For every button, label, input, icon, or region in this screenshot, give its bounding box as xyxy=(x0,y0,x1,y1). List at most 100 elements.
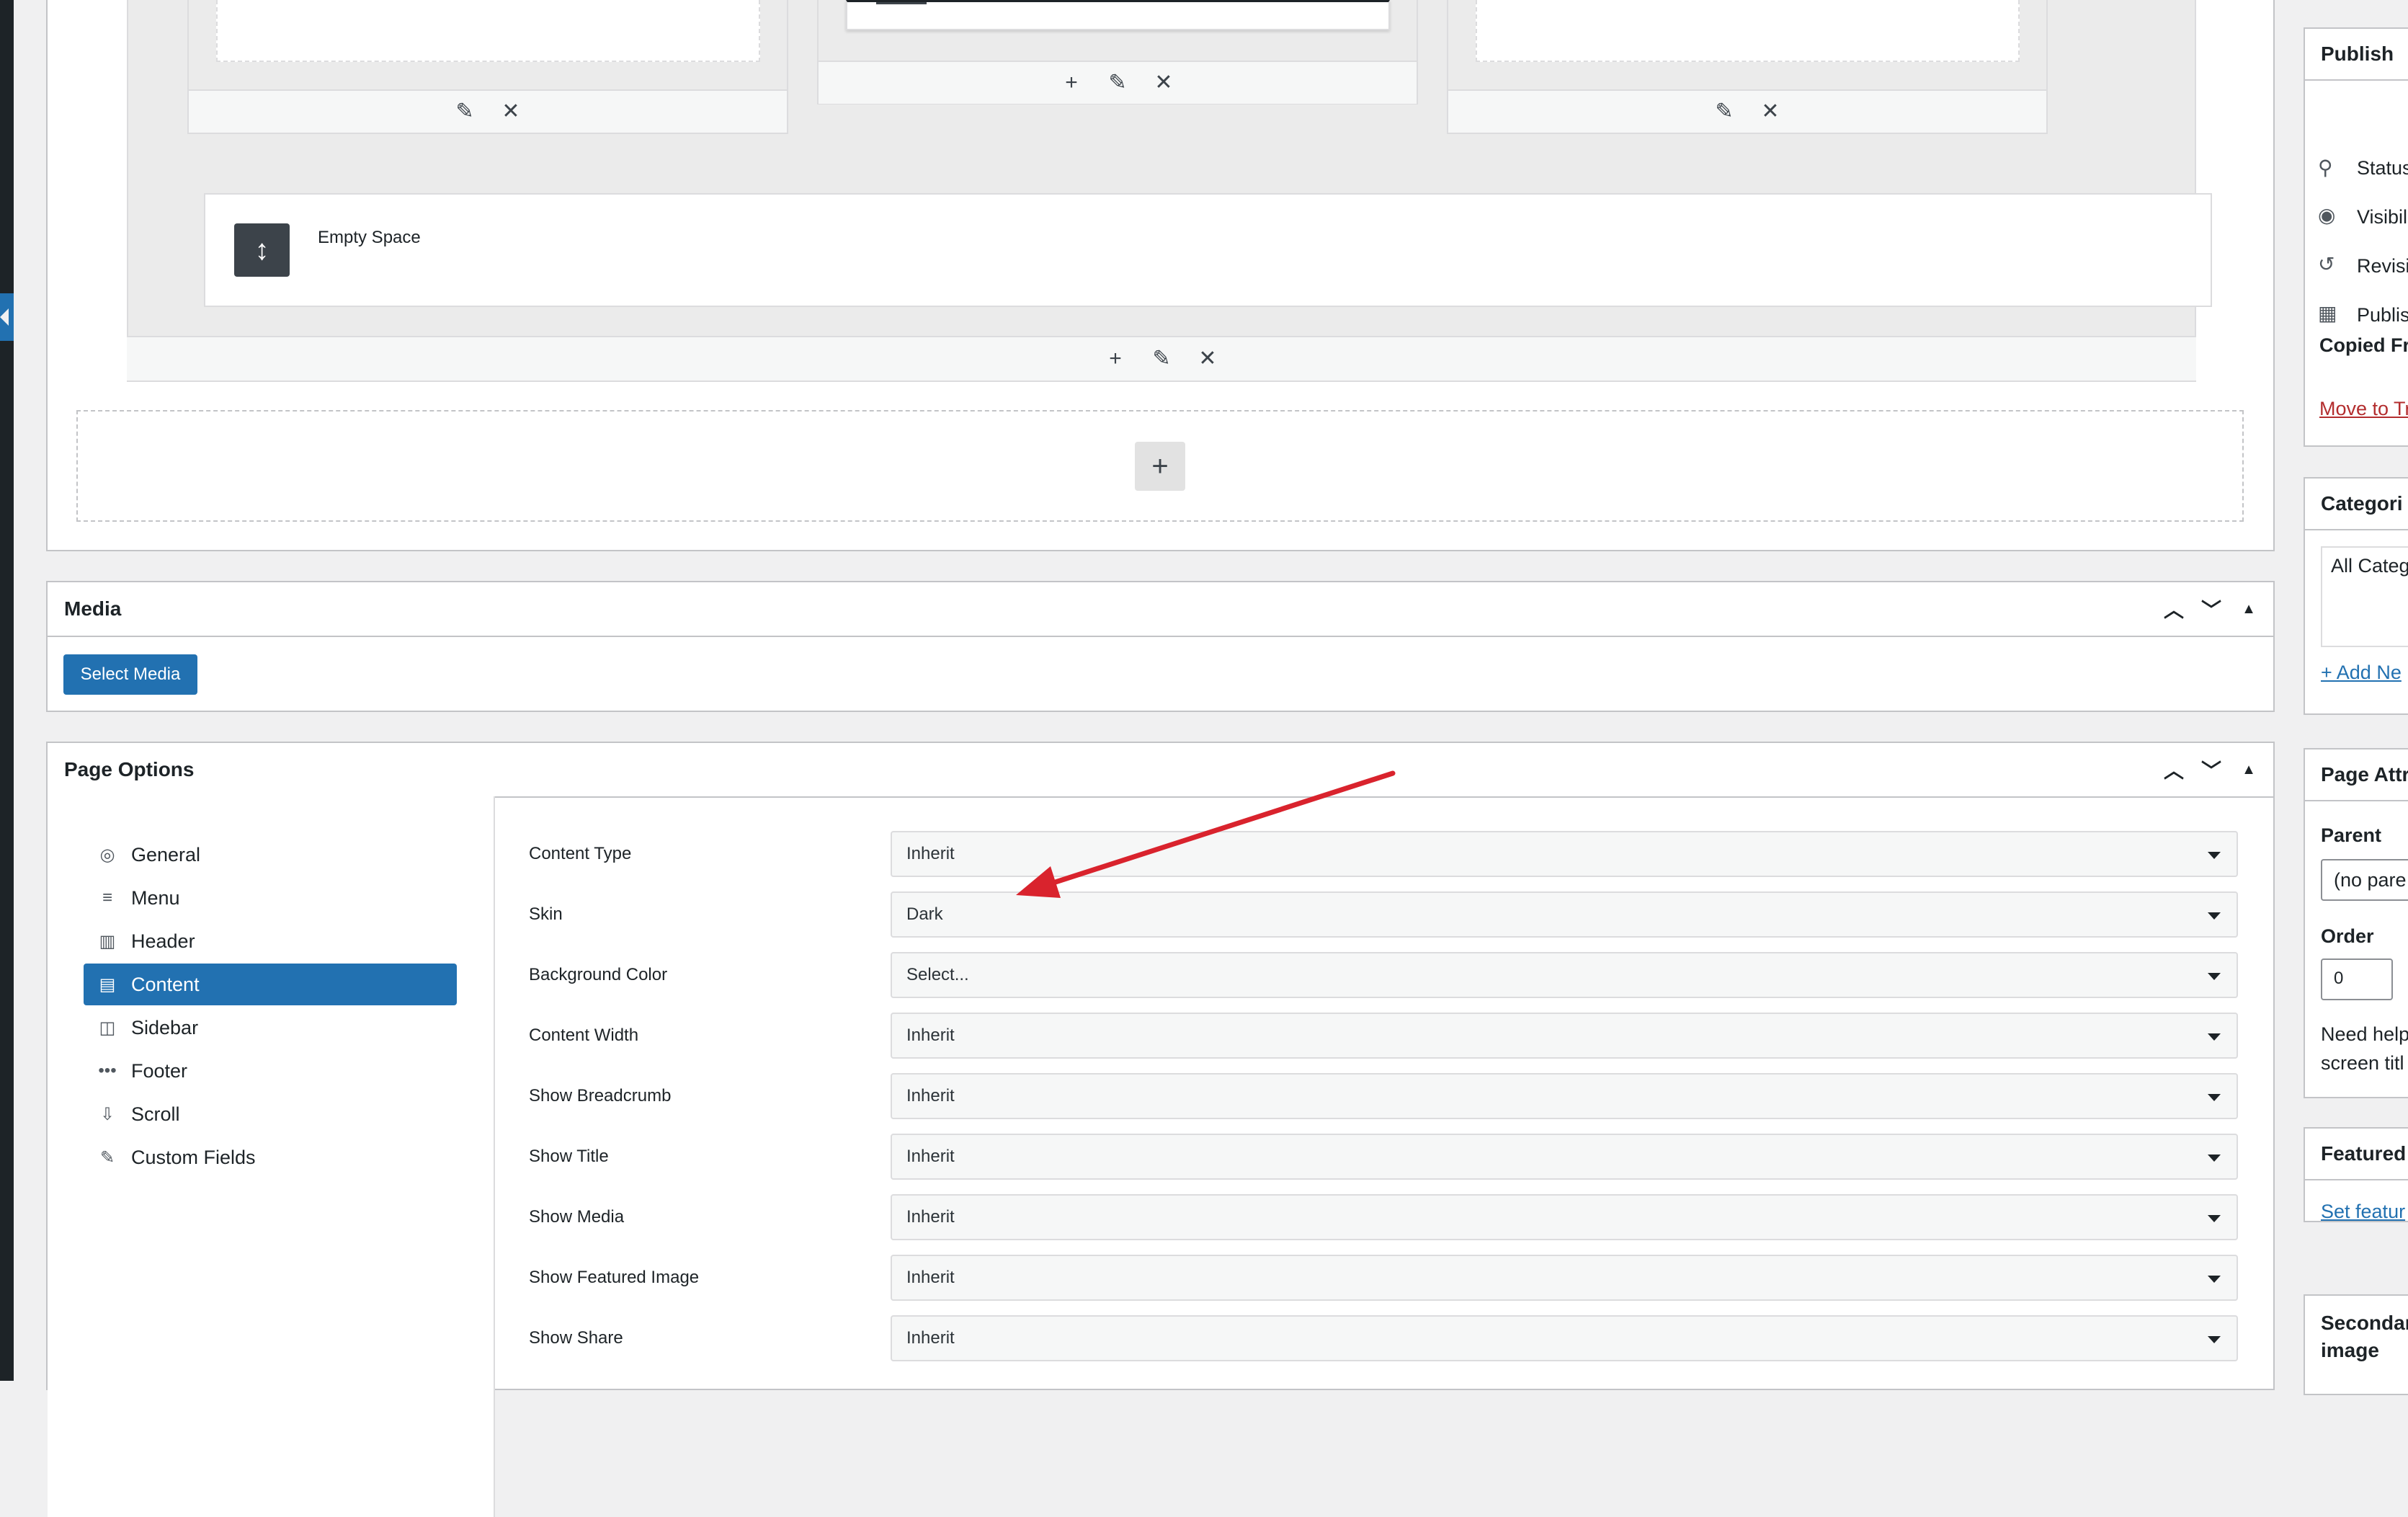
edit-icon[interactable]: ✎ xyxy=(454,101,476,123)
add-row-area: + xyxy=(76,410,2244,522)
field-label: Show Title xyxy=(529,1147,609,1166)
close-icon[interactable]: ✕ xyxy=(1760,101,1781,123)
edit-icon[interactable]: ✎ xyxy=(1107,72,1128,94)
all-categories-tab[interactable]: All Categ xyxy=(2331,555,2408,577)
nav-item-menu[interactable]: ≡ Menu xyxy=(84,877,457,919)
select-value: Inherit xyxy=(906,1026,955,1045)
close-icon[interactable]: ✕ xyxy=(1197,348,1218,370)
admin-menu-current-indicator xyxy=(0,293,14,341)
empty-space-element[interactable]: ↕ Empty Space xyxy=(204,193,2212,307)
categories-tab-panel: All Categ xyxy=(2321,546,2408,647)
column-2-content xyxy=(846,0,1390,30)
nav-item-header[interactable]: ▥ Header xyxy=(84,920,457,962)
field-label: Show Media xyxy=(529,1207,625,1227)
show-media-select[interactable]: Inherit xyxy=(891,1194,2238,1240)
order-input[interactable]: 0 xyxy=(2321,958,2393,1000)
eye-icon: ◉ xyxy=(2318,204,2336,226)
menu-icon: ≡ xyxy=(102,888,112,907)
select-value: Inherit xyxy=(906,1147,955,1166)
show-featured-image-select[interactable]: Inherit xyxy=(891,1255,2238,1301)
content-width-select[interactable]: Inherit xyxy=(891,1013,2238,1059)
close-icon[interactable]: ✕ xyxy=(500,101,522,123)
field-label: Content Type xyxy=(529,844,632,863)
column-1-content xyxy=(216,0,760,62)
caret-down-icon xyxy=(2208,1276,2221,1283)
page-builder-canvas: ✎ ✕ + ✎ ✕ ✎ ✕ ↕ Empty Space + ✎ ✕ + xyxy=(46,0,2275,551)
media-metabox-title: Media xyxy=(64,597,122,620)
published-label: Publis xyxy=(2357,304,2408,326)
secondary-image-title-line-1: Secondar xyxy=(2321,1312,2408,1334)
chevron-up-icon[interactable]: ︿ xyxy=(2162,755,2185,784)
column-2-element-bar xyxy=(876,2,927,4)
parent-label: Parent xyxy=(2321,824,2382,846)
builder-column-3: ✎ ✕ xyxy=(1447,0,2048,134)
builder-row: ✎ ✕ + ✎ ✕ ✎ ✕ xyxy=(127,0,2196,382)
row-toolbar: + ✎ ✕ xyxy=(127,336,2196,381)
nav-item-general[interactable]: ◎ General xyxy=(84,834,457,876)
caret-down-icon xyxy=(2208,1336,2221,1343)
edit-icon[interactable]: ✎ xyxy=(1713,101,1735,123)
nav-item-label: Header xyxy=(131,930,195,952)
vertical-resize-icon: ↕ xyxy=(234,223,290,277)
field-label: Show Featured Image xyxy=(529,1268,700,1287)
move-to-trash-link[interactable]: Move to Tr xyxy=(2319,398,2408,420)
close-icon[interactable]: ✕ xyxy=(1153,72,1174,94)
show-share-select[interactable]: Inherit xyxy=(891,1315,2238,1361)
add-icon[interactable]: + xyxy=(1105,348,1126,370)
set-featured-image-link[interactable]: Set featur xyxy=(2321,1201,2405,1221)
column-3-toolbar: ✎ ✕ xyxy=(1448,89,2046,133)
order-label: Order xyxy=(2321,925,2374,947)
edit-icon[interactable]: ✎ xyxy=(1151,348,1172,370)
caret-down-icon xyxy=(2208,852,2221,859)
add-new-category-link[interactable]: + Add Ne xyxy=(2321,662,2402,684)
add-row-button[interactable]: + xyxy=(1135,442,1185,491)
select-value: Inherit xyxy=(906,1207,955,1227)
nav-item-footer[interactable]: ••• Footer xyxy=(84,1050,457,1092)
publish-title: Publish xyxy=(2305,29,2408,81)
nav-item-label: Sidebar xyxy=(131,1016,199,1038)
builder-column-1: ✎ ✕ xyxy=(187,0,788,134)
visibility-label: Visibil xyxy=(2357,206,2408,228)
add-icon[interactable]: + xyxy=(1061,72,1082,94)
chevron-down-icon[interactable]: ﹀ xyxy=(2200,755,2223,784)
caret-down-icon xyxy=(2208,973,2221,980)
select-value: Inherit xyxy=(906,1268,955,1287)
nav-item-scroll[interactable]: ⇩ Scroll xyxy=(84,1093,457,1135)
pin-icon: ⚲ xyxy=(2318,156,2333,179)
select-value: Inherit xyxy=(906,844,955,863)
collapse-toggle-icon[interactable]: ▲ xyxy=(2237,601,2260,618)
calendar-icon: ▦ xyxy=(2318,302,2337,324)
select-value: Inherit xyxy=(906,1086,955,1106)
field-label: Background Color xyxy=(529,965,668,984)
nav-item-sidebar[interactable]: ◫ Sidebar xyxy=(84,1007,457,1049)
footer-icon: ••• xyxy=(98,1061,117,1080)
nav-item-custom-fields[interactable]: ✎ Custom Fields xyxy=(84,1136,457,1178)
field-label: Show Breadcrumb xyxy=(529,1086,672,1106)
pencil-icon: ✎ xyxy=(99,1147,115,1167)
nav-item-label: Footer xyxy=(131,1059,188,1082)
show-title-select[interactable]: Inherit xyxy=(891,1134,2238,1180)
secondary-image-metabox: Secondar image xyxy=(2304,1294,2408,1395)
collapse-toggle-icon[interactable]: ▲ xyxy=(2237,762,2260,778)
parent-select[interactable]: (no pare xyxy=(2321,859,2408,901)
page-options-nav: ◎ General ≡ Menu ▥ Header ▤ Content ◫ Sidebar… xyxy=(48,796,495,1517)
nav-item-label: Content xyxy=(131,973,200,995)
scroll-icon: ⇩ xyxy=(99,1104,115,1124)
media-metabox-header[interactable]: Media ︿ ﹀ ▲ xyxy=(48,582,2273,637)
select-media-button[interactable]: Select Media xyxy=(63,654,197,695)
column-3-content xyxy=(1476,0,2020,62)
field-label: Show Share xyxy=(529,1328,623,1348)
copied-from-label: Copied Fr xyxy=(2319,334,2408,356)
categories-metabox: Categori All Categ + Add Ne xyxy=(2304,477,2408,715)
page-attributes-metabox: Page Attr Parent (no pare Order 0 Need h… xyxy=(2304,748,2408,1098)
select-value: Inherit xyxy=(906,1328,955,1348)
background-color-select[interactable]: Select... xyxy=(891,952,2238,998)
revisions-label: Revisi xyxy=(2357,255,2408,277)
nav-item-content[interactable]: ▤ Content xyxy=(84,964,457,1005)
parent-select-value: (no pare xyxy=(2334,869,2407,891)
show-breadcrumb-select[interactable]: Inherit xyxy=(891,1073,2238,1119)
content-icon: ▤ xyxy=(99,974,116,995)
chevron-down-icon[interactable]: ﹀ xyxy=(2200,595,2223,623)
column-2-toolbar: + ✎ ✕ xyxy=(819,61,1417,104)
chevron-up-icon[interactable]: ︿ xyxy=(2162,595,2185,623)
